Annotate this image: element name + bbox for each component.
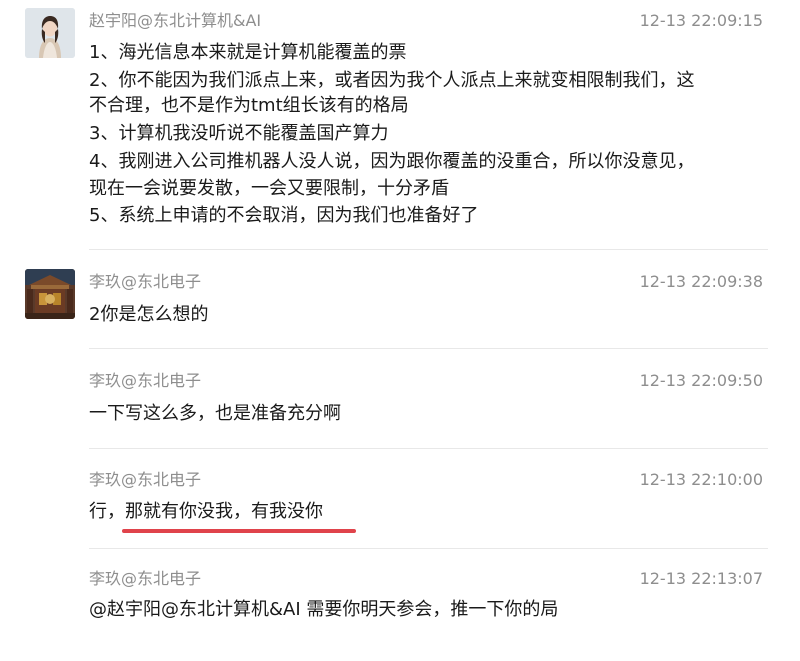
timestamp: 12-13 22:10:00 — [639, 470, 763, 489]
message-text-line: 2你是怎么想的 — [89, 304, 209, 325]
shrine-photo-avatar-icon — [25, 269, 75, 319]
sender-name[interactable]: 李玖@东北电子 — [89, 272, 201, 292]
message-text-line: 行，那就有你没我，有我没你 — [89, 501, 323, 522]
sender-name[interactable]: 李玖@东北电子 — [89, 569, 201, 589]
message-text-line: 2、你不能因为我们派点上来，或者因为我个人派点上来就变相限制我们，这 — [89, 70, 695, 91]
message-divider — [89, 249, 768, 250]
message-text-line: 不合理，也不是作为tmt组长该有的格局 — [89, 95, 409, 116]
message-text-line: 3、计算机我没听说不能覆盖国产算力 — [89, 123, 389, 144]
message-text-line: 1、海光信息本来就是计算机能覆盖的票 — [89, 42, 407, 63]
timestamp: 12-13 22:09:38 — [639, 272, 763, 291]
message-text-line: 5、系统上申请的不会取消，因为我们也准备好了 — [89, 205, 479, 226]
highlight-underline — [122, 529, 356, 533]
message-text-line: @赵宇阳@东北计算机&AI 需要你明天参会，推一下你的局 — [89, 599, 559, 620]
person-portrait-avatar-icon — [25, 8, 75, 58]
message-text-line: 4、我刚进入公司推机器人没人说，因为跟你覆盖的没重合，所以你没意见， — [89, 151, 695, 172]
message-text-line: 现在一会说要发散，一会又要限制，十分矛盾 — [89, 178, 449, 199]
timestamp: 12-13 22:09:50 — [639, 371, 763, 390]
message-divider — [89, 548, 768, 549]
avatar[interactable] — [25, 269, 75, 319]
chat-history: 赵宇阳@东北计算机&AI 12-13 22:09:15 1、海光信息本来就是计算… — [0, 0, 800, 661]
message-divider — [89, 448, 768, 449]
timestamp: 12-13 22:09:15 — [639, 11, 763, 30]
avatar[interactable] — [25, 8, 75, 58]
sender-name[interactable]: 李玖@东北电子 — [89, 470, 201, 490]
message-divider — [89, 348, 768, 349]
sender-name[interactable]: 李玖@东北电子 — [89, 371, 201, 391]
timestamp: 12-13 22:13:07 — [639, 569, 763, 588]
message-text-line: 一下写这么多，也是准备充分啊 — [89, 403, 341, 424]
sender-name[interactable]: 赵宇阳@东北计算机&AI — [89, 11, 261, 31]
